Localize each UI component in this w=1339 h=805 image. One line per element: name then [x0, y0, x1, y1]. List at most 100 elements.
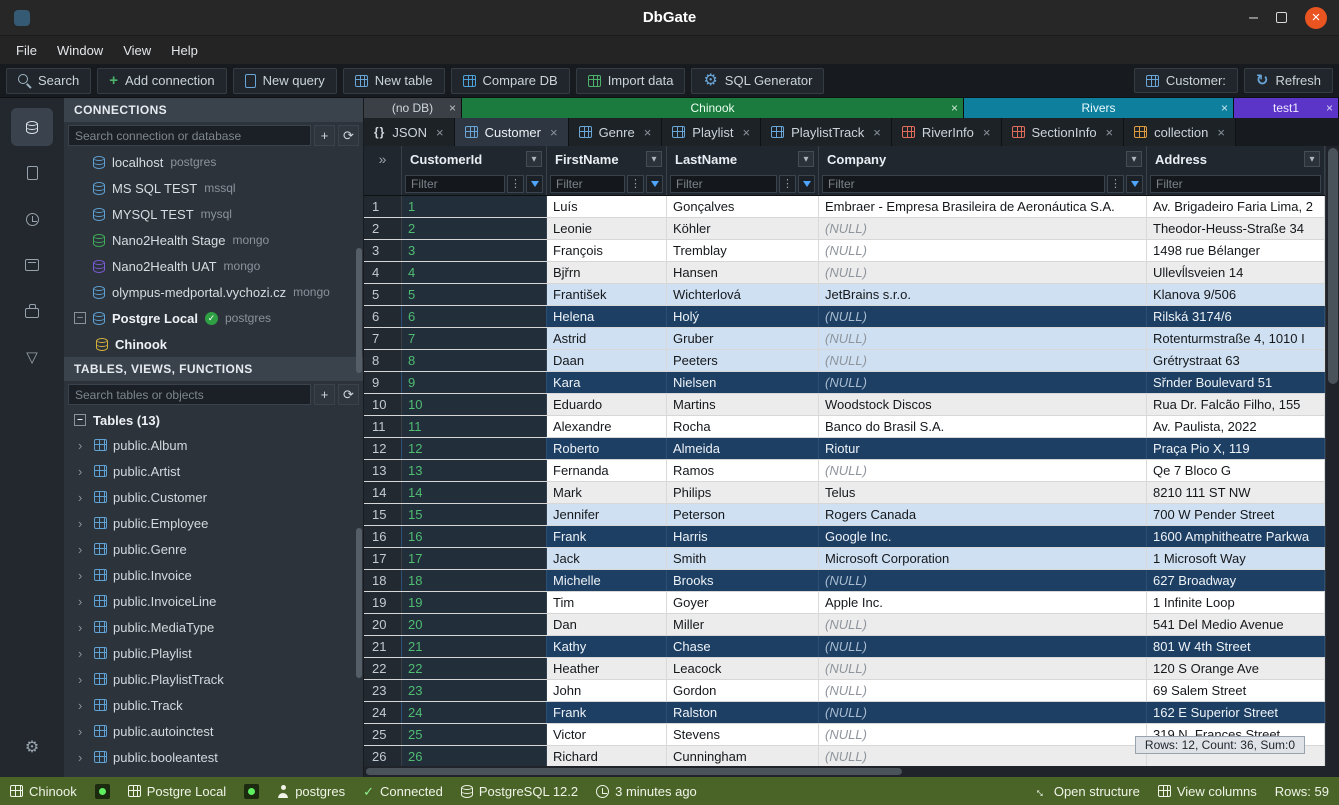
cell[interactable]: Gonçalves	[667, 196, 819, 217]
sidebar-button-filter[interactable]	[11, 338, 53, 376]
cell[interactable]: Miller	[667, 614, 819, 635]
table-row[interactable]: 11LuísGonçalvesEmbraer - Empresa Brasile…	[364, 196, 1325, 218]
close-icon[interactable]: ×	[873, 125, 881, 140]
collapse-icon[interactable]: –	[74, 312, 86, 324]
database-group-tab[interactable]: test1 ×	[1234, 98, 1339, 118]
chevron-right-icon[interactable]: ›	[78, 594, 88, 609]
table-tree-item[interactable]: › public.PlaylistTrack	[64, 666, 363, 692]
cell[interactable]: 13	[402, 460, 547, 481]
database-group-tab[interactable]: Rivers ×	[964, 98, 1234, 118]
close-icon[interactable]: ×	[951, 101, 958, 115]
table-row[interactable]: 33FrançoisTremblay(NULL)1498 rue Bélange…	[364, 240, 1325, 262]
chevron-right-icon[interactable]: ›	[78, 464, 88, 479]
cell[interactable]: 21	[402, 636, 547, 657]
cell[interactable]: 7	[402, 328, 547, 349]
cell[interactable]: Leonie	[547, 218, 667, 239]
close-icon[interactable]: ×	[742, 125, 750, 140]
toolbar-button[interactable]: Import data	[576, 68, 686, 94]
filter-input[interactable]	[405, 175, 505, 193]
cell[interactable]: 22	[402, 658, 547, 679]
connections-scrollbar[interactable]	[356, 248, 362, 373]
table-row[interactable]: 44BjřrnHansen(NULL)Ullevĺlsveien 14	[364, 262, 1325, 284]
table-row[interactable]: 1010EduardoMartinsWoodstock DiscosRua Dr…	[364, 394, 1325, 416]
table-row[interactable]: 2323JohnGordon(NULL)69 Salem Street	[364, 680, 1325, 702]
cell[interactable]: František	[547, 284, 667, 305]
chevron-right-icon[interactable]: ›	[78, 568, 88, 583]
tab-genre[interactable]: Genre ×	[569, 118, 663, 146]
chevron-right-icon[interactable]: ›	[78, 698, 88, 713]
filter-funnel-icon[interactable]	[798, 175, 815, 193]
cell[interactable]: Luís	[547, 196, 667, 217]
collapse-icon[interactable]: –	[74, 414, 86, 426]
cell[interactable]: 24	[402, 702, 547, 723]
cell[interactable]: 1600 Amphitheatre Parkwa	[1147, 526, 1325, 547]
close-icon[interactable]: ×	[550, 125, 558, 140]
connection-item[interactable]: olympus-medportal.vychozi.cz mongo	[64, 279, 363, 305]
column-header-lastname[interactable]: LastName ▾	[667, 146, 819, 172]
tab-playlisttrack[interactable]: PlaylistTrack ×	[761, 118, 892, 146]
chevron-right-icon[interactable]: ›	[78, 542, 88, 557]
chevron-down-icon[interactable]: ▾	[526, 151, 542, 167]
table-tree-item[interactable]: › public.Invoice	[64, 562, 363, 588]
sidebar-button-database[interactable]	[11, 108, 53, 146]
cell[interactable]: Michelle	[547, 570, 667, 591]
chevron-right-icon[interactable]: ›	[78, 750, 88, 765]
table-tree-item[interactable]: › public.Track	[64, 692, 363, 718]
cell[interactable]: Av. Brigadeiro Faria Lima, 2	[1147, 196, 1325, 217]
menu-file[interactable]: File	[6, 39, 47, 62]
cell[interactable]: Frank	[547, 526, 667, 547]
sidebar-button-jobs[interactable]	[11, 292, 53, 330]
connection-item[interactable]: Nano2Health UAT mongo	[64, 253, 363, 279]
sidebar-button-history[interactable]	[11, 200, 53, 238]
cell[interactable]: 162 E Superior Street	[1147, 702, 1325, 723]
cell[interactable]: JetBrains s.r.o.	[819, 284, 1147, 305]
cell[interactable]: Kathy	[547, 636, 667, 657]
cell[interactable]: Roberto	[547, 438, 667, 459]
horizontal-scrollbar[interactable]	[364, 766, 1339, 777]
cell[interactable]: (NULL)	[819, 724, 1147, 745]
cell[interactable]: (NULL)	[819, 306, 1147, 327]
filter-input[interactable]	[1150, 175, 1321, 193]
cell[interactable]: Daan	[547, 350, 667, 371]
connection-item[interactable]: MYSQL TEST mysql	[64, 201, 363, 227]
cell[interactable]: (NULL)	[819, 636, 1147, 657]
cell[interactable]: Peeters	[667, 350, 819, 371]
statusbar-open-structure[interactable]: Open structure	[1035, 784, 1140, 799]
filter-input[interactable]	[822, 175, 1105, 193]
menu-help[interactable]: Help	[161, 39, 208, 62]
cell[interactable]: (NULL)	[819, 614, 1147, 635]
tab-json[interactable]: JSON ×	[364, 118, 455, 146]
cell[interactable]: Goyer	[667, 592, 819, 613]
horizontal-scroll-thumb[interactable]	[366, 768, 902, 775]
cell[interactable]: Sřnder Boulevard 51	[1147, 372, 1325, 393]
chevron-down-icon[interactable]: ▾	[798, 151, 814, 167]
connection-item[interactable]: localhost postgres	[64, 149, 363, 175]
cell[interactable]: Jennifer	[547, 504, 667, 525]
table-row[interactable]: 1717JackSmithMicrosoft Corporation1 Micr…	[364, 548, 1325, 570]
filter-menu-icon[interactable]: ⋮	[507, 175, 524, 193]
cell[interactable]: Tremblay	[667, 240, 819, 261]
statusbar-view-columns[interactable]: View columns	[1158, 784, 1257, 799]
chevron-right-icon[interactable]: ›	[78, 620, 88, 635]
cell[interactable]: (NULL)	[819, 680, 1147, 701]
cell[interactable]: Smith	[667, 548, 819, 569]
tab-collection[interactable]: collection ×	[1124, 118, 1236, 146]
cell[interactable]: Google Inc.	[819, 526, 1147, 547]
toolbar-button[interactable]: Search	[6, 68, 91, 94]
cell[interactable]: Wichterlová	[667, 284, 819, 305]
toolbar-button[interactable]: New query	[233, 68, 337, 94]
table-row[interactable]: 55FrantišekWichterlováJetBrains s.r.o.Kl…	[364, 284, 1325, 306]
cell[interactable]: 26	[402, 746, 547, 766]
toolbar-button[interactable]: Add connection	[97, 68, 226, 94]
cell[interactable]: Embraer - Empresa Brasileira de Aeronáut…	[819, 196, 1147, 217]
table-row[interactable]: 1515JenniferPetersonRogers Canada700 W P…	[364, 504, 1325, 526]
cell[interactable]: 9	[402, 372, 547, 393]
table-tree-item[interactable]: › public.Album	[64, 432, 363, 458]
cell[interactable]: 1498 rue Bélanger	[1147, 240, 1325, 261]
database-group-tab[interactable]: Chinook ×	[462, 98, 964, 118]
database-group-tab[interactable]: (no DB) ×	[364, 98, 462, 118]
filter-input[interactable]	[670, 175, 777, 193]
refresh-tables-button[interactable]: ⟳	[338, 384, 359, 405]
chevron-right-icon[interactable]: ›	[78, 672, 88, 687]
cell[interactable]: 627 Broadway	[1147, 570, 1325, 591]
